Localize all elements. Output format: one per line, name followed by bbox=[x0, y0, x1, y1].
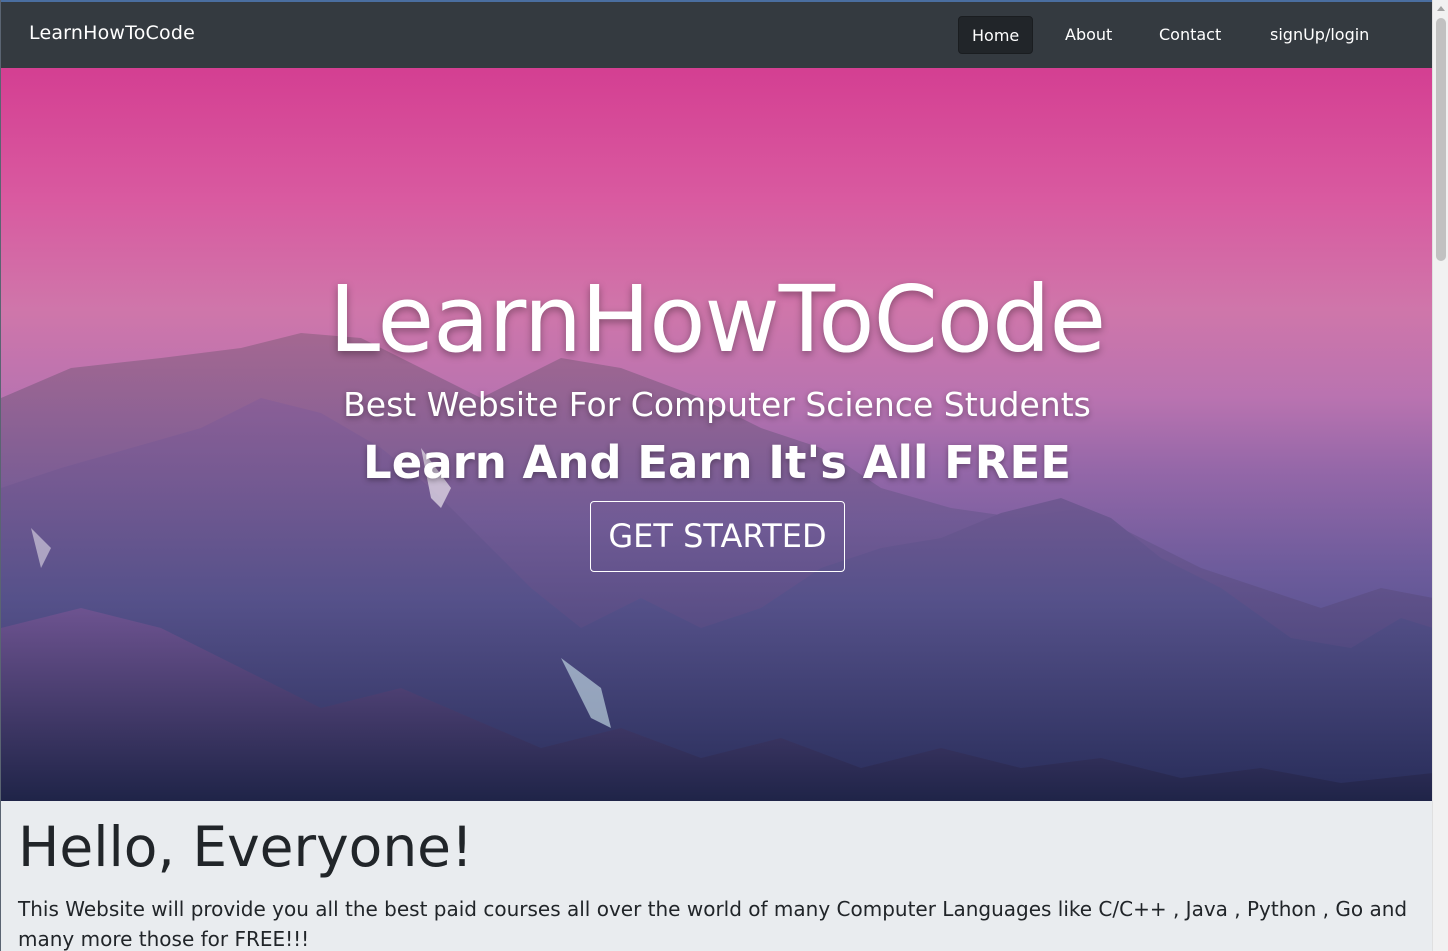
scrollbar-thumb[interactable] bbox=[1436, 18, 1446, 261]
jumbotron-heading: Hello, Everyone! bbox=[18, 815, 474, 879]
nav-contact-link[interactable]: Contact bbox=[1146, 16, 1234, 54]
hero-tagline: Learn And Earn It's All FREE bbox=[363, 436, 1071, 489]
scroll-up-arrow-icon[interactable] bbox=[1437, 6, 1445, 11]
get-started-button[interactable]: GET STARTED bbox=[590, 501, 845, 572]
mountain-background-image bbox=[1, 333, 1432, 801]
hero-carousel: LearnHowToCode Best Website For Computer… bbox=[1, 68, 1432, 801]
hero-title: LearnHowToCode bbox=[328, 266, 1106, 373]
carousel-indicators bbox=[695, 796, 743, 799]
navbar: LearnHowToCode Home About Contact signUp… bbox=[1, 0, 1432, 68]
nav-signup-login-link[interactable]: signUp/login bbox=[1257, 16, 1382, 54]
jumbotron-text: This Website will provide you all the be… bbox=[18, 897, 1408, 951]
hero-subtitle: Best Website For Computer Science Studen… bbox=[343, 385, 1091, 424]
page-scrollbar[interactable] bbox=[1432, 0, 1448, 951]
brand-logo[interactable]: LearnHowToCode bbox=[29, 22, 195, 44]
jumbotron: Hello, Everyone! This Website will provi… bbox=[1, 801, 1432, 951]
nav-about-link[interactable]: About bbox=[1052, 16, 1125, 54]
nav-home-link[interactable]: Home bbox=[958, 16, 1033, 54]
browser-viewport: LearnHowToCode Home About Contact signUp… bbox=[0, 0, 1432, 951]
